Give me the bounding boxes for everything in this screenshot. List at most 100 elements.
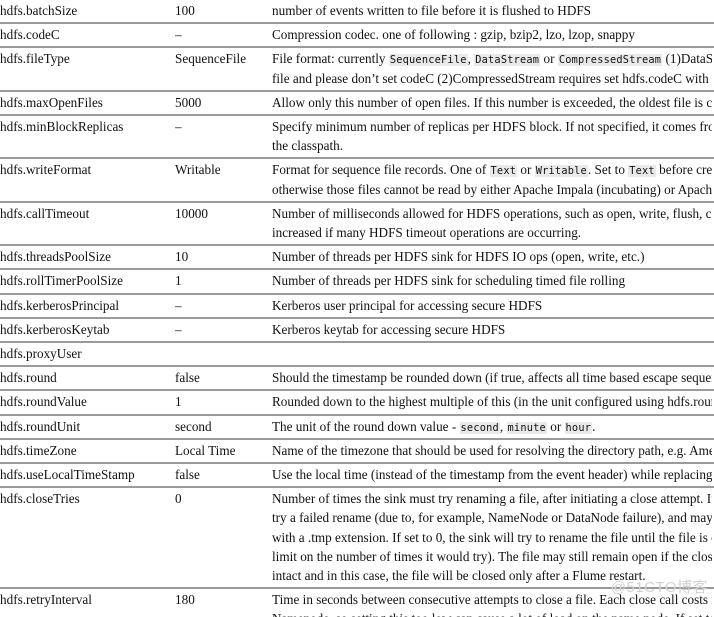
table-row: hdfs.kerberosKeytab – Kerberos keytab for … [0,318,714,342]
default-value-cell: – [175,27,182,43]
description-cell: Time in seconds between consecutive atte… [272,588,714,617]
property-name-cell: hdfs.roundUnit [0,418,81,434]
description-line: Compression codec. one of following : gz… [272,25,712,44]
text-span: Specify minimum number of replicas per H… [272,118,712,134]
default-value-cell: false [175,466,200,482]
default-value-cell: 100 [175,3,195,18]
text-span: (1)DataStream will not compress output [665,51,713,67]
table-row: hdfs.roundUnit second The unit of the roun… [0,415,714,439]
text-span: or [546,418,565,434]
description-line: Use the local time (instead of the times… [272,465,712,484]
default-value-cell: 10 [175,249,189,265]
hdfs-sink-config-table: hdfs.batchSize 100 number of events writte… [0,0,714,617]
text-span: number of events written to file before … [272,3,592,18]
description-cell: Should the timestamp be rounded down (if… [272,366,714,390]
table-row: hdfs.proxyUser [0,342,714,367]
code-span: Text [489,165,518,178]
property-name-cell: hdfs.writeFormat [0,162,92,178]
description-cell: Use the local time (instead of the times… [272,463,714,487]
property-name-cell: hdfs.retryInterval [0,592,92,608]
property-name-cell: hdfs.kerberosPrincipal [0,297,120,313]
description-line: File format: currently SequenceFile, Dat… [272,49,712,68]
text-span: or [517,162,535,178]
property-name-cell: hdfs.threadsPoolSize [0,249,111,265]
description-cell: Allow only this number of open files. If… [272,91,714,115]
default-value-cell: 10000 [175,205,208,221]
description-line: Kerberos keytab for accessing secure HDF… [272,320,712,339]
property-name-cell: hdfs.minBlockReplicas [0,118,124,134]
description-line: Name of the timezone that should be used… [272,441,712,460]
table-row: hdfs.fileType SequenceFile File format: cu… [0,47,714,91]
text-span: Compression codec. one of following : gz… [272,27,635,43]
description-line: Number of times the sink must try renami… [272,489,712,508]
property-name-cell: hdfs.kerberosKeytab [0,321,110,337]
table-row: hdfs.batchSize 100 number of events writte… [0,0,714,24]
table-row: hdfs.maxOpenFiles 5000 Allow only this num… [0,91,714,115]
default-value-cell: SequenceFile [175,51,247,67]
description-cell: Number of times the sink must try renami… [272,487,714,588]
code-span: hour [564,421,593,434]
description-cell: Compression codec. one of following : gz… [272,23,714,47]
text-span: Kerberos keytab for accessing secure HDF… [272,321,506,337]
table-row: hdfs.useLocalTimeStamp false Use the local… [0,463,714,488]
default-value-cell [175,342,272,366]
description-line: the classpath. [272,136,712,155]
description-line: Kerberos user principal for accessing se… [272,296,712,315]
property-name-cell: hdfs.useLocalTimeStamp [0,466,135,482]
text-span: intact and in this case, the file will b… [272,567,646,583]
description-line: with a .tmp extension. If set to 0, the … [272,528,712,547]
default-value-cell: Writable [175,162,221,178]
property-name-cell: hdfs.round [0,370,57,386]
code-span: Writable [534,165,588,178]
description-cell: Number of threads per HDFS sink for sche… [272,269,714,293]
description-line: otherwise those files cannot be read by … [272,180,712,199]
description-line: number of events written to file before … [272,1,712,20]
default-value-cell: – [175,118,182,134]
description-line: Time in seconds between consecutive atte… [272,590,712,609]
description-line: Specify minimum number of replicas per H… [272,117,712,136]
text-span: , [499,418,507,434]
text-span: Rounded down to the highest multiple of … [272,394,712,410]
property-name-cell: hdfs.proxyUser [0,345,82,361]
text-span: Name of the timezone that should be used… [272,442,712,458]
text-span: or [540,51,558,67]
code-span: second [459,421,500,434]
property-name-cell: hdfs.codeC [0,27,60,43]
text-span: otherwise those files cannot be read by … [272,181,712,197]
code-span: SequenceFile [388,54,468,67]
text-span: increased if many HDFS timeout operation… [272,224,582,240]
description-cell: Format for sequence file records. One of… [272,158,714,201]
table-row: hdfs.rollTimerPoolSize 1 Number of threads… [0,269,714,294]
property-name-cell: hdfs.rollTimerPoolSize [0,273,123,289]
table-row: hdfs.callTimeout 10000 Number of milliseco… [0,202,714,246]
text-span: Time in seconds between consecutive atte… [272,592,712,608]
code-span: minute [506,421,547,434]
text-span: try a failed rename (due to, for example… [272,510,712,526]
table-row: hdfs.roundValue 1 Rounded down to the high… [0,390,714,415]
description-line: try a failed rename (due to, for example… [272,508,712,527]
description-line: The unit of the round down value - secon… [272,417,712,436]
table-row: hdfs.threadsPoolSize 10 Number of threads … [0,245,714,270]
description-cell: Name of the timezone that should be used… [272,439,714,463]
property-name-cell: hdfs.batchSize [0,3,78,18]
description-cell: Number of milliseconds allowed for HDFS … [272,202,714,245]
property-name-cell: hdfs.closeTries [0,491,80,507]
default-value-cell: 1 [175,394,182,410]
text-span: file and please don’t set codeC (2)Compr… [272,70,712,86]
property-name-cell: hdfs.callTimeout [0,205,90,221]
property-name-cell: hdfs.fileType [0,51,70,67]
description-cell: number of events written to file before … [272,0,714,23]
code-span: CompressedStream [557,54,663,67]
text-span: Number of threads per HDFS sink for HDFS… [272,249,645,265]
config-table-body: hdfs.batchSize 100 number of events writte… [0,0,714,617]
description-cell: Specify minimum number of replicas per H… [272,115,714,158]
description-cell: Number of threads per HDFS sink for HDFS… [272,245,714,269]
text-span: Format for sequence file records. One of [272,162,490,178]
text-span: the classpath. [272,138,344,154]
description-line: Number of threads per HDFS sink for sche… [272,271,712,290]
code-span: DataStream [474,54,541,67]
code-span: Text [628,165,656,178]
description-line: Format for sequence file records. One of… [272,160,712,179]
default-value-cell: 0 [175,491,182,507]
default-value-cell: Local Time [175,442,236,458]
